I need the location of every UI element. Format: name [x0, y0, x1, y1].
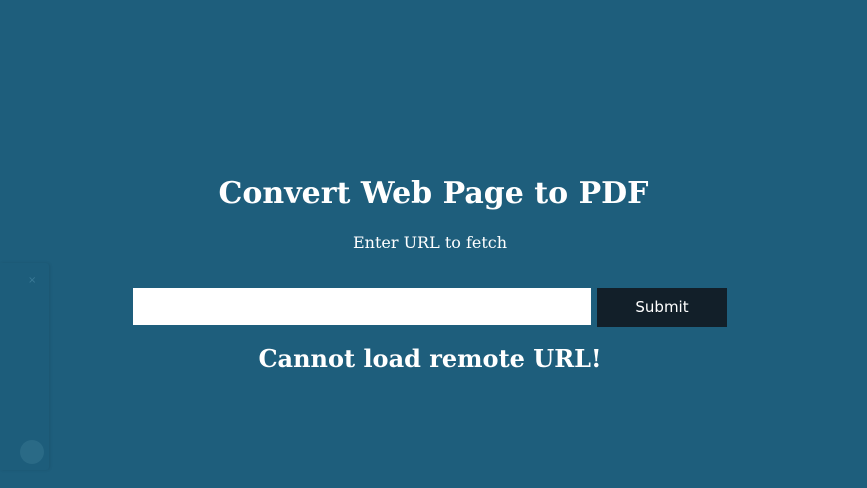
submit-button[interactable]: Submit: [597, 288, 727, 327]
floating-action-icon[interactable]: [20, 440, 44, 464]
page-title: Convert Web Page to PDF: [218, 176, 649, 211]
error-message: Cannot load remote URL!: [258, 344, 602, 373]
url-prompt-label: Enter URL to fetch: [352, 233, 508, 252]
close-icon[interactable]: ×: [28, 275, 36, 286]
url-input[interactable]: [133, 288, 591, 325]
